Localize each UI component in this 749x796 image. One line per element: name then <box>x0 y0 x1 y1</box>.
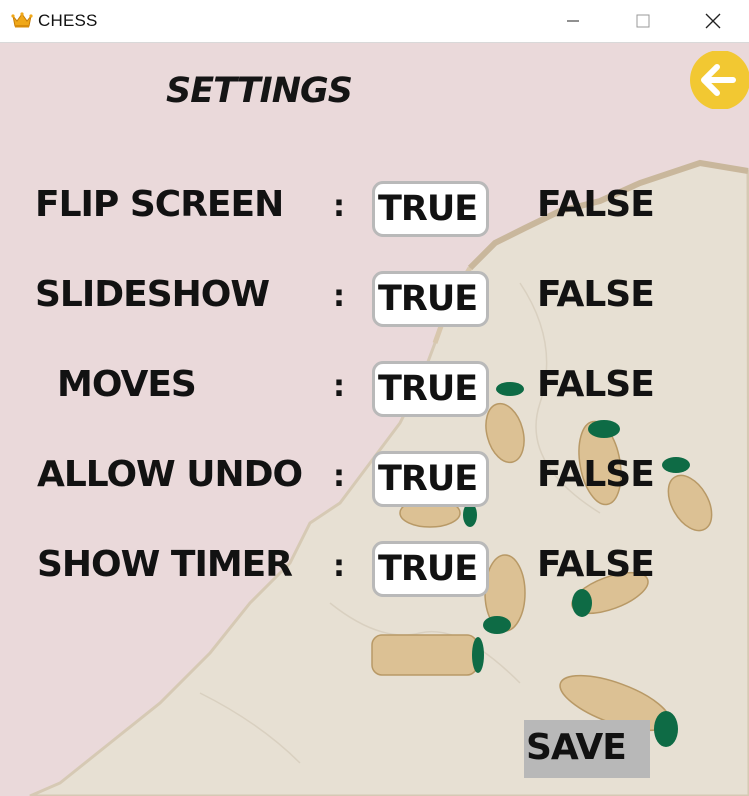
setting-label-moves: MOVES <box>57 364 197 405</box>
maximize-button[interactable] <box>620 0 666 42</box>
option-label: TRUE <box>378 189 478 229</box>
moves-false-option[interactable]: FALSE <box>537 364 655 405</box>
flip-screen-false-option[interactable]: FALSE <box>537 184 655 225</box>
allow-undo-true-option[interactable]: TRUE <box>372 451 489 507</box>
setting-label-show-timer: SHOW TIMER <box>37 544 293 585</box>
window-title: CHESS <box>38 11 98 30</box>
close-icon <box>705 13 721 29</box>
show-timer-false-option[interactable]: FALSE <box>537 544 655 585</box>
flip-screen-true-option[interactable]: TRUE <box>372 181 489 237</box>
minimize-icon <box>567 20 579 22</box>
setting-label-allow-undo: ALLOW UNDO <box>37 454 303 495</box>
back-button[interactable] <box>689 50 749 110</box>
chess-background-image <box>0 43 749 796</box>
setting-separator: : <box>333 279 345 314</box>
maximize-icon <box>636 14 650 28</box>
setting-label-flip-screen: FLIP SCREEN <box>35 184 284 225</box>
moves-true-option[interactable]: TRUE <box>372 361 489 417</box>
option-label: TRUE <box>378 369 478 409</box>
setting-separator: : <box>333 369 345 404</box>
save-button-label: SAVE <box>526 727 627 768</box>
page-title: SETTINGS <box>166 71 353 111</box>
slideshow-true-option[interactable]: TRUE <box>372 271 489 327</box>
option-label: TRUE <box>378 279 478 319</box>
setting-label-slideshow: SLIDESHOW <box>35 274 270 315</box>
title-bar: CHESS <box>0 0 749 43</box>
save-button[interactable]: SAVE <box>524 720 650 778</box>
slideshow-false-option[interactable]: FALSE <box>537 274 655 315</box>
option-label: TRUE <box>378 549 478 589</box>
close-button[interactable] <box>690 0 736 42</box>
setting-separator: : <box>333 549 345 584</box>
settings-panel: SETTINGS FLIP SCREEN : TRUE FALSE SLIDES… <box>0 43 749 796</box>
setting-separator: : <box>333 189 345 224</box>
crown-icon <box>11 12 33 28</box>
show-timer-true-option[interactable]: TRUE <box>372 541 489 597</box>
arrow-left-icon <box>690 50 749 110</box>
minimize-button[interactable] <box>550 0 596 42</box>
option-label: TRUE <box>378 459 478 499</box>
allow-undo-false-option[interactable]: FALSE <box>537 454 655 495</box>
setting-separator: : <box>333 459 345 494</box>
